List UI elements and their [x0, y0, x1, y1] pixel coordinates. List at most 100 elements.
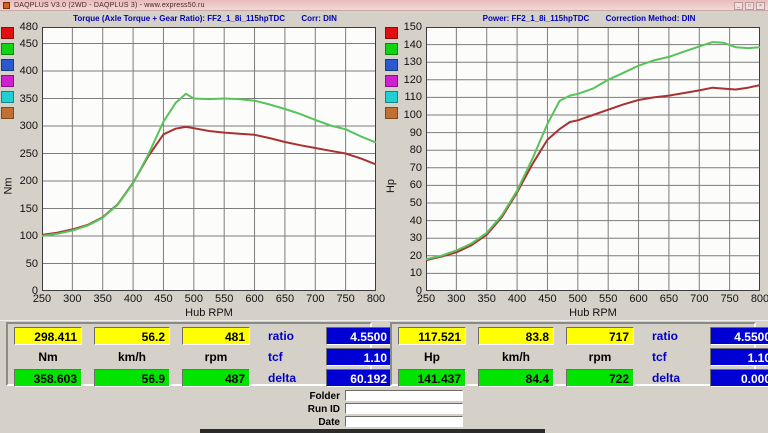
y-tick-label: 300: [8, 121, 38, 132]
torque-peak-value: 358.603: [14, 369, 82, 387]
rpm-unit-label-left: rpm: [182, 350, 250, 364]
y-tick-label: 80: [392, 145, 422, 156]
delta-value-left: 60.192: [326, 369, 392, 387]
red_curve: [426, 85, 760, 260]
x-tick-label: 750: [329, 294, 363, 305]
y-tick-label: 150: [8, 204, 38, 215]
x-tick-label: 250: [409, 294, 443, 305]
folder-input[interactable]: [345, 390, 463, 401]
minimize-button[interactable]: _: [734, 2, 743, 10]
maximize-button[interactable]: □: [745, 2, 754, 10]
x-tick-label: 500: [561, 294, 595, 305]
x-tick-label: 550: [591, 294, 625, 305]
speed-unit-label-left: km/h: [94, 350, 170, 364]
x-tick-label: 600: [238, 294, 272, 305]
x-tick-label: 500: [177, 294, 211, 305]
power-correction-label: Correction Method: DIN: [606, 14, 696, 23]
torque-title-text: Torque (Axle Torque + Gear Ratio): FF2_1…: [73, 14, 285, 23]
torque-unit-label: Nm: [14, 350, 82, 364]
y-tick-label: 130: [392, 57, 422, 68]
tcf-label-left: tcf: [262, 350, 314, 364]
speed-current-value-left: 56.2: [94, 327, 170, 345]
rpm-current-value-left: 481: [182, 327, 250, 345]
speed-current-value-right: 83.8: [478, 327, 554, 345]
y-tick-label: 350: [8, 94, 38, 105]
tcf-label-right: tcf: [646, 350, 698, 364]
legend-swatch-5[interactable]: [1, 107, 14, 119]
delta-label-left: delta: [262, 371, 314, 385]
y-tick-label: 110: [392, 92, 422, 103]
x-tick-label: 650: [268, 294, 302, 305]
window-titlebar: DAQPLUS V3.0 (2WD - DAQPLUS 3) - www.exp…: [0, 0, 768, 11]
power-peak-value: 141.437: [398, 369, 466, 387]
rpm-unit-label-right: rpm: [566, 350, 634, 364]
x-tick-label: 400: [116, 294, 150, 305]
y-tick-label: 50: [392, 198, 422, 209]
x-tick-label: 450: [146, 294, 180, 305]
x-tick-label: 450: [530, 294, 564, 305]
ratio-value-right: 4.5500: [710, 327, 768, 345]
tcf-value-right: 1.10: [710, 348, 768, 366]
y-tick-label: 100: [8, 231, 38, 242]
x-tick-label: 800: [743, 294, 768, 305]
rpm-peak-value-right: 722: [566, 369, 634, 387]
x-axis-label: Hub RPM: [426, 307, 760, 319]
tcf-value-left: 1.10: [326, 348, 392, 366]
run-id-label: Run ID: [280, 404, 340, 415]
y-tick-label: 30: [392, 233, 422, 244]
power-chart-title: Power: FF2_1_8i_115hpTDC Correction Meth…: [414, 14, 764, 24]
y-tick-label: 480: [8, 22, 38, 33]
app-window: DAQPLUS V3.0 (2WD - DAQPLUS 3) - www.exp…: [0, 0, 768, 433]
window-title: DAQPLUS V3.0 (2WD - DAQPLUS 3) - www.exp…: [14, 2, 205, 9]
torque-chart-panel: Torque (Axle Torque + Gear Ratio): FF2_1…: [0, 13, 384, 320]
power-unit-label: Hp: [398, 350, 466, 364]
x-tick-label: 750: [713, 294, 747, 305]
run-id-input[interactable]: [345, 403, 463, 414]
speed-unit-label-right: km/h: [478, 350, 554, 364]
y-tick-label: 100: [392, 110, 422, 121]
y-axis-unit-label: Nm: [3, 178, 15, 195]
torque-readout-panel: 298.411 56.2 481 ratio 4.5500 Nm km/h rp…: [6, 322, 372, 386]
x-tick-label: 650: [652, 294, 686, 305]
y-axis-unit-label: Hp: [385, 179, 397, 193]
y-tick-label: 450: [8, 39, 38, 50]
plot-area: [426, 27, 760, 291]
x-tick-label: 700: [298, 294, 332, 305]
x-tick-label: 300: [439, 294, 473, 305]
ratio-label-left: ratio: [262, 329, 314, 343]
x-tick-label: 250: [25, 294, 59, 305]
x-tick-label: 300: [55, 294, 89, 305]
speed-peak-value-right: 84.4: [478, 369, 554, 387]
x-tick-label: 550: [207, 294, 241, 305]
y-tick-label: 10: [392, 268, 422, 279]
y-tick-label: 50: [8, 259, 38, 270]
power-chart-panel: Power: FF2_1_8i_115hpTDC Correction Meth…: [384, 13, 768, 320]
speed-peak-value-left: 56.9: [94, 369, 170, 387]
date-input[interactable]: [345, 416, 463, 427]
delta-label-right: delta: [646, 371, 698, 385]
ratio-value-left: 4.5500: [326, 327, 392, 345]
y-tick-label: 120: [392, 75, 422, 86]
app-icon: [3, 2, 10, 9]
x-tick-label: 400: [500, 294, 534, 305]
torque-chart-title: Torque (Axle Torque + Gear Ratio): FF2_1…: [30, 14, 380, 24]
y-tick-label: 150: [392, 22, 422, 33]
bottom-bar: [200, 429, 545, 433]
ratio-label-right: ratio: [646, 329, 698, 343]
x-tick-label: 350: [470, 294, 504, 305]
divider: [0, 320, 768, 321]
close-button[interactable]: ×: [756, 2, 765, 10]
torque-current-value: 298.411: [14, 327, 82, 345]
x-tick-label: 350: [86, 294, 120, 305]
y-tick-label: 90: [392, 128, 422, 139]
power-readout-panel: 117.521 83.8 717 ratio 4.5500 Hp km/h rp…: [390, 322, 756, 386]
power-current-value: 117.521: [398, 327, 466, 345]
delta-value-right: 0.000: [710, 369, 768, 387]
folder-label: Folder: [280, 391, 340, 402]
y-tick-label: 40: [392, 216, 422, 227]
power-title-text: Power: FF2_1_8i_115hpTDC: [483, 14, 590, 23]
y-tick-label: 140: [392, 40, 422, 51]
rpm-current-value-right: 717: [566, 327, 634, 345]
date-label: Date: [280, 417, 340, 428]
y-tick-label: 250: [8, 149, 38, 160]
